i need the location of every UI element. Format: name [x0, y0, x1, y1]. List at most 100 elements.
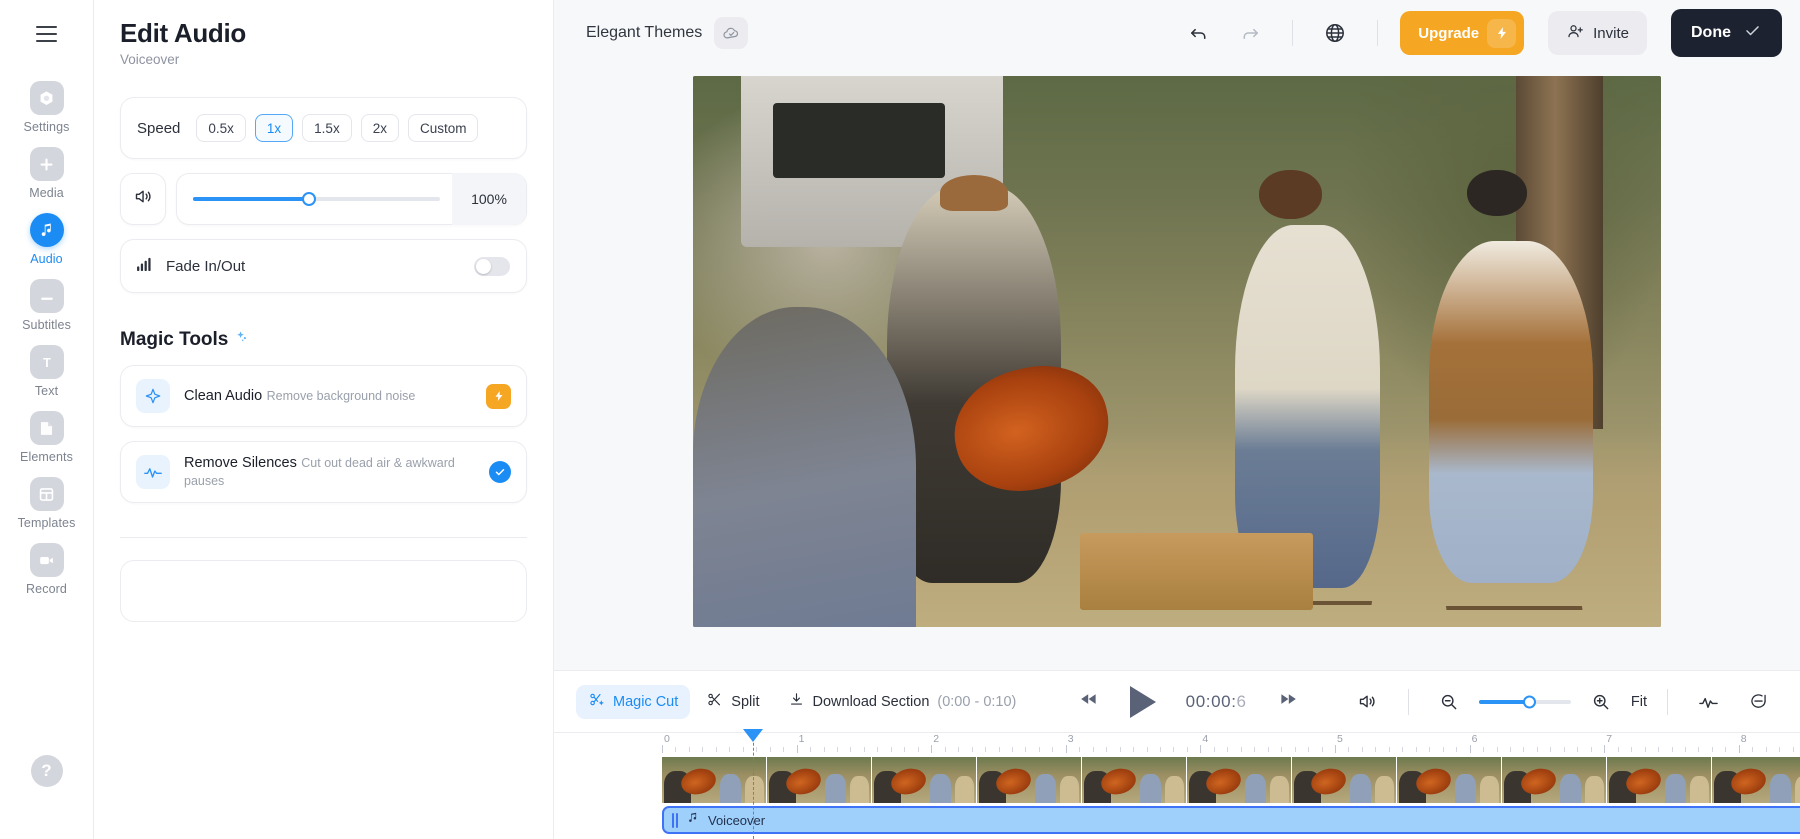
scene-head-right: [1467, 169, 1528, 217]
speed-option-1x[interactable]: 1x: [254, 114, 294, 142]
video-preview[interactable]: [693, 76, 1661, 627]
ruler-label: 6: [1471, 733, 1478, 745]
playback-controls: 00:00:6: [1028, 685, 1348, 718]
video-thumbnail[interactable]: [767, 757, 871, 803]
tool-remove-silences[interactable]: Remove Silences Cut out dead air & awkwa…: [120, 441, 527, 503]
sidebar-item-elements[interactable]: Elements: [0, 402, 94, 468]
play-icon[interactable]: [1129, 685, 1156, 718]
sparkles-icon: [234, 330, 249, 350]
invite-button[interactable]: Invite: [1548, 11, 1647, 55]
project-name[interactable]: Elegant Themes: [586, 24, 702, 42]
tool-name: Remove Silences: [184, 454, 297, 471]
ruler-tick-minor: [823, 747, 825, 752]
skip-back-icon[interactable]: [1079, 691, 1100, 712]
current-time-main: 00:00:: [1185, 691, 1237, 711]
ruler-tick-minor: [1442, 747, 1444, 752]
hamburger-icon[interactable]: [25, 14, 69, 54]
video-thumbnail[interactable]: [1712, 757, 1800, 803]
timeline-divider-1: [1407, 688, 1409, 715]
video-thumbnail[interactable]: [662, 757, 766, 803]
redo-arrow-icon[interactable]: [1230, 14, 1270, 52]
video-thumbnail[interactable]: [1607, 757, 1711, 803]
ruler-tick-minor: [1711, 747, 1713, 752]
ruler-tick-minor: [1079, 747, 1081, 752]
undo-arrow-icon[interactable]: [1178, 14, 1218, 52]
caption-bubble-icon[interactable]: [1738, 683, 1778, 721]
left-sidebar: Settings Media Audio Subtitles T Text El…: [0, 0, 94, 839]
volume-slider[interactable]: [193, 192, 440, 206]
ruler-tick-minor: [1025, 747, 1027, 752]
ruler-tick-minor: [1133, 747, 1135, 752]
video-thumbnail[interactable]: [1397, 757, 1501, 803]
speed-option-custom[interactable]: Custom: [407, 114, 479, 142]
upgrade-label: Upgrade: [1418, 24, 1480, 42]
sidebar-item-settings[interactable]: Settings: [0, 72, 94, 138]
user-plus-icon: [1566, 22, 1585, 45]
toolbar-divider-2: [1377, 20, 1379, 46]
tool-clean-audio[interactable]: Clean Audio Remove background noise: [120, 365, 527, 427]
scene-person-foreground: [693, 307, 916, 627]
zoom-out-icon[interactable]: [1429, 683, 1469, 721]
fit-button[interactable]: Fit: [1631, 694, 1647, 710]
mute-button[interactable]: [120, 173, 166, 225]
video-thumbnail[interactable]: [977, 757, 1081, 803]
drag-handle-icon[interactable]: [672, 812, 679, 828]
sidebar-item-media[interactable]: Media: [0, 138, 94, 204]
done-button[interactable]: Done: [1671, 9, 1782, 57]
zoom-slider[interactable]: [1478, 695, 1571, 708]
ruler-tick-minor: [1617, 747, 1619, 752]
skip-forward-icon[interactable]: [1277, 691, 1298, 712]
split-button[interactable]: Split: [694, 685, 771, 719]
globe-icon[interactable]: [1315, 14, 1355, 52]
panel-extra-card[interactable]: [120, 560, 527, 622]
fade-toggle[interactable]: [474, 256, 510, 276]
zoom-in-icon[interactable]: [1581, 683, 1621, 721]
help-button[interactable]: ?: [0, 746, 94, 791]
music-note-icon: [686, 810, 701, 830]
speed-option-0-5x[interactable]: 0.5x: [196, 114, 246, 142]
ruler-tick-minor: [1227, 747, 1229, 752]
video-track[interactable]: [554, 757, 1800, 803]
download-range: (0:00 - 0:10): [937, 693, 1017, 710]
speed-option-1-5x[interactable]: 1.5x: [302, 114, 352, 142]
tool-name: Clean Audio: [184, 387, 263, 404]
video-thumbnail[interactable]: [1292, 757, 1396, 803]
timeline-ruler[interactable]: 0123456789101112: [554, 733, 1800, 757]
voiceover-clip[interactable]: Voiceover: [662, 806, 1800, 834]
ruler-tick-minor: [904, 747, 906, 752]
video-thumbnail[interactable]: [1082, 757, 1186, 803]
music-note-icon: [29, 213, 64, 247]
volume-slider-knob[interactable]: [302, 192, 317, 206]
ruler-tick: [662, 745, 663, 753]
video-thumbnail[interactable]: [1187, 757, 1291, 803]
zoom-slider-knob[interactable]: [1522, 695, 1536, 708]
sidebar-item-audio[interactable]: Audio: [0, 204, 94, 270]
sidebar-item-text[interactable]: T Text: [0, 336, 94, 402]
pro-bolt-badge[interactable]: [486, 383, 511, 409]
video-thumbnails[interactable]: [662, 757, 1800, 803]
ruler-tick-minor: [1765, 747, 1767, 752]
upgrade-button[interactable]: Upgrade: [1400, 11, 1525, 55]
video-thumbnail[interactable]: [872, 757, 976, 803]
download-section-button[interactable]: Download Section (0:00 - 0:10): [776, 685, 1029, 719]
video-thumbnail[interactable]: [1502, 757, 1606, 803]
speed-option-2x[interactable]: 2x: [360, 114, 399, 142]
panel-title: Edit Audio: [120, 18, 247, 48]
ruler-tick-minor: [1254, 747, 1256, 752]
clip-label: Voiceover: [708, 812, 766, 828]
plus-square-icon: [29, 147, 64, 181]
cloud-check-icon[interactable]: [714, 17, 749, 49]
sidebar-item-subtitles[interactable]: Subtitles: [0, 270, 94, 336]
sidebar-item-record[interactable]: Record: [0, 534, 94, 600]
sidebar-item-templates[interactable]: Templates: [0, 468, 94, 534]
fade-label: Fade In/Out: [166, 257, 246, 275]
waveform-icon[interactable]: [1688, 683, 1728, 721]
ruler-label: 3: [1067, 733, 1074, 745]
ruler-tick-minor: [1213, 747, 1215, 752]
magic-cut-label: Magic Cut: [613, 693, 679, 710]
speaker-wave-icon[interactable]: [1348, 683, 1388, 721]
volume-slider-container: 100%: [176, 173, 527, 225]
magic-cut-button[interactable]: Magic Cut: [576, 684, 691, 719]
video-editor-app: Settings Media Audio Subtitles T Text El…: [0, 0, 1800, 839]
check-badge[interactable]: [489, 461, 511, 483]
